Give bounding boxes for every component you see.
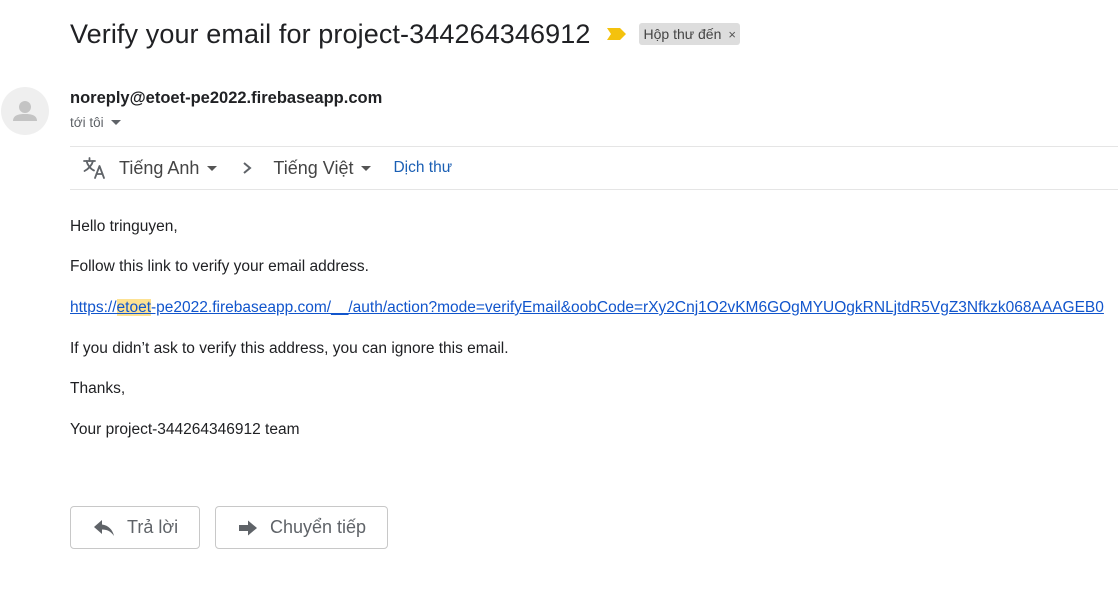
target-language-select[interactable]: Tiếng Việt (273, 157, 372, 179)
target-language-label: Tiếng Việt (273, 157, 354, 178)
sender-avatar (1, 87, 49, 135)
forward-icon (239, 520, 257, 535)
translate-bar: Tiếng Anh Tiếng Việt Dịch thư (70, 146, 1118, 190)
chevron-down-icon[interactable] (110, 120, 121, 125)
chevron-right-icon (243, 162, 252, 174)
recipient-details[interactable]: tới tôi (70, 115, 121, 130)
link-rest: -pe2022.firebaseapp.com/__/auth/action?m… (151, 299, 1104, 316)
reply-button[interactable]: Trả lời (70, 506, 200, 549)
chevron-down-icon (207, 165, 218, 171)
chevron-down-icon (361, 165, 372, 171)
recipient-text: tới tôi (70, 115, 104, 130)
remove-label-icon[interactable]: × (728, 27, 736, 42)
forward-button[interactable]: Chuyển tiếp (215, 506, 388, 549)
importance-marker-icon[interactable] (605, 27, 627, 41)
reply-label: Trả lời (127, 517, 179, 537)
verification-link[interactable]: https://etoet-pe2022.firebaseapp.com/__/… (70, 299, 1104, 316)
reply-icon (94, 519, 114, 536)
greeting-text: Hello tringuyen, (70, 218, 178, 235)
sender-address: noreply@etoet-pe2022.firebaseapp.com (70, 89, 383, 107)
inbox-label-chip: Hộp thư đến × (638, 23, 740, 45)
source-language-label: Tiếng Anh (119, 157, 200, 178)
default-person-icon (13, 101, 37, 121)
subject-row: Verify your email for project-3442643469… (70, 14, 740, 54)
verification-link-row: https://etoet-pe2022.firebaseapp.com/__/… (70, 299, 1104, 317)
link-prefix: https:// (70, 299, 117, 316)
translate-icon (83, 157, 105, 179)
thanks-text: Thanks, (70, 380, 126, 397)
translate-message-link[interactable]: Dịch thư (393, 159, 452, 177)
instruction-text: Follow this link to verify your email ad… (70, 258, 369, 275)
forward-label: Chuyển tiếp (270, 517, 367, 537)
signature-text: Your project-344264346912 team (70, 421, 300, 438)
email-subject: Verify your email for project-3442643469… (70, 18, 591, 49)
inbox-label-text: Hộp thư đến (643, 26, 722, 42)
source-language-select[interactable]: Tiếng Anh (119, 157, 218, 179)
ignore-note-text: If you didn’t ask to verify this address… (70, 340, 509, 357)
link-highlight: etoet (116, 299, 152, 316)
